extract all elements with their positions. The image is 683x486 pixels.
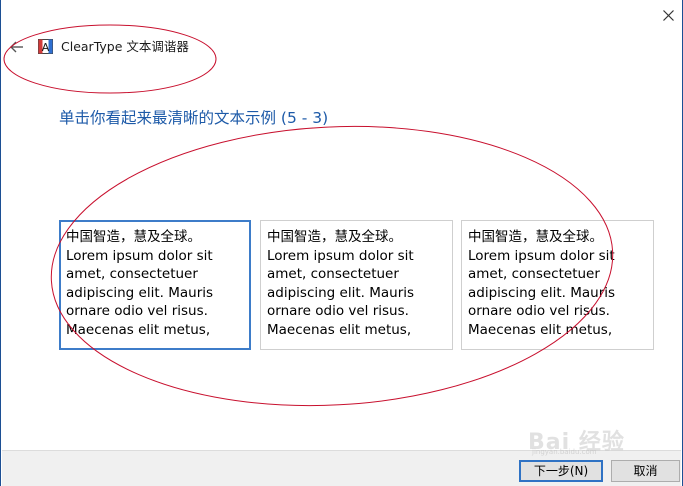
annotation-ellipse-title	[3, 24, 217, 94]
back-arrow-icon	[10, 41, 23, 53]
dialog-footer: 下一步(N) 取消	[2, 450, 681, 486]
cancel-button[interactable]: 取消	[611, 460, 680, 482]
text-sample-1[interactable]: 中国智造，慧及全球。 Lorem ipsum dolor sit amet, c…	[59, 220, 251, 350]
svg-text:A: A	[42, 41, 50, 54]
window-title: ClearType 文本调谐器	[61, 39, 189, 54]
sample-line: adipiscing elit. Mauris	[468, 284, 616, 301]
text-sample-3[interactable]: 中国智造，慧及全球。 Lorem ipsum dolor sit amet, c…	[461, 220, 654, 350]
sample-line: Maecenas elit metus,	[468, 321, 613, 338]
sample-line: ornare odio vel risus.	[66, 303, 208, 320]
sample-line: adipiscing elit. Mauris	[267, 284, 415, 301]
sample-line: ornare odio vel risus.	[468, 303, 610, 320]
sample-line: ornare odio vel risus.	[267, 303, 409, 320]
sample-line: amet, consectetuer	[66, 266, 198, 283]
close-button[interactable]	[654, 0, 682, 30]
cleartype-tuner-window: A ClearType 文本调谐器 单击你看起来最清晰的文本示例 (5 - 3)…	[0, 0, 683, 486]
next-button[interactable]: 下一步(N)	[519, 460, 603, 482]
sample-line: 中国智造，慧及全球。	[267, 229, 402, 245]
page-heading: 单击你看起来最清晰的文本示例 (5 - 3)	[59, 109, 329, 127]
text-sample-2[interactable]: 中国智造，慧及全球。 Lorem ipsum dolor sit amet, c…	[260, 220, 453, 350]
sample-line: 中国智造，慧及全球。	[66, 229, 201, 245]
sample-line: Lorem ipsum dolor sit	[468, 247, 615, 264]
back-button[interactable]	[7, 38, 27, 56]
sample-line: 中国智造，慧及全球。	[468, 229, 603, 245]
sample-line: adipiscing elit. Mauris	[66, 284, 214, 301]
sample-line: Lorem ipsum dolor sit	[66, 247, 213, 264]
sample-line: Lorem ipsum dolor sit	[267, 247, 414, 264]
close-icon	[662, 9, 674, 21]
sample-line: Maecenas elit metus,	[267, 321, 412, 338]
sample-line: amet, consectetuer	[468, 266, 600, 283]
sample-line: amet, consectetuer	[267, 266, 399, 283]
sample-line: Maecenas elit metus,	[66, 321, 211, 338]
cleartype-app-icon: A	[38, 39, 53, 54]
